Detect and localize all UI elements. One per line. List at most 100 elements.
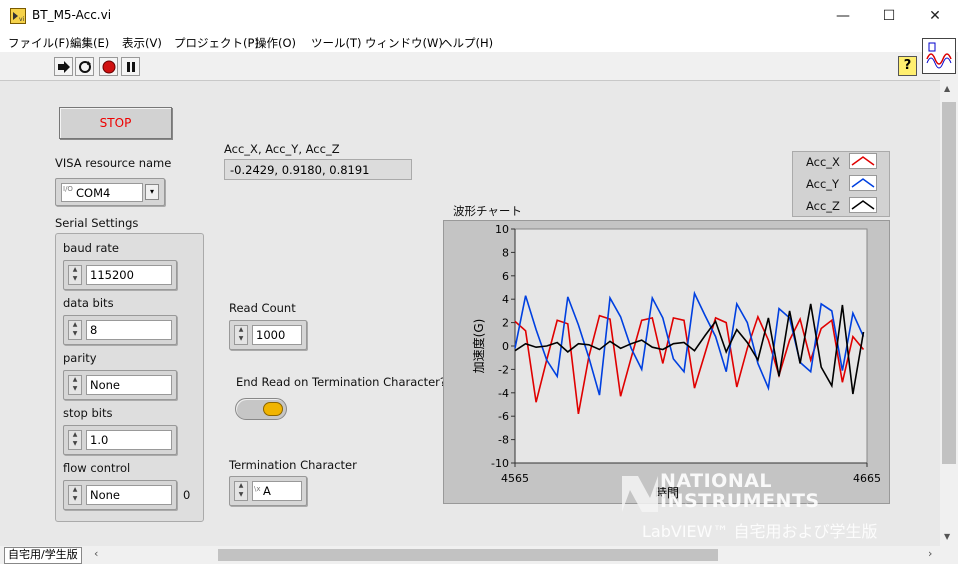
- pause-icon: [126, 61, 135, 72]
- toolbar: [0, 52, 958, 81]
- baud-rate-label: baud rate: [63, 241, 119, 255]
- ni-instruments-text: INSTRUMENTS: [660, 490, 820, 512]
- stop-bits-field[interactable]: 1.0: [86, 430, 172, 450]
- chart-title: 波形チャート: [453, 204, 522, 218]
- increment-icon: ▲: [238, 326, 244, 333]
- window-title: BT_M5-Acc.vi: [32, 8, 112, 22]
- run-continuously-icon: [78, 60, 91, 73]
- decrement-icon: ▼: [72, 495, 78, 502]
- menu-project[interactable]: プロジェクト(P): [174, 35, 259, 51]
- flow-control-stepper[interactable]: ▲ ▼: [68, 485, 82, 505]
- read-count-stepper[interactable]: ▲ ▼: [234, 325, 248, 345]
- menu-tools[interactable]: ツール(T): [311, 35, 362, 51]
- y-tick-label: 2: [502, 317, 509, 330]
- y-tick-label: 8: [502, 246, 509, 259]
- labview-student-text: LabVIEW™ 自宅用および学生版: [642, 522, 878, 541]
- end-read-toggle[interactable]: [235, 398, 287, 420]
- y-tick-label: 10: [495, 223, 509, 236]
- stop-bits-stepper[interactable]: ▲ ▼: [68, 430, 82, 450]
- abort-button[interactable]: [99, 57, 118, 76]
- serial-settings-label: Serial Settings: [55, 216, 139, 230]
- parity-stepper[interactable]: ▲ ▼: [68, 375, 82, 395]
- close-button[interactable]: ✕: [912, 0, 958, 32]
- ni-national-text: NATIONAL: [660, 470, 773, 492]
- acc-xyz-label: Acc_X, Acc_Y, Acc_Z: [224, 142, 340, 156]
- scroll-down-icon[interactable]: ▼: [944, 532, 950, 541]
- horizontal-scrollbar[interactable]: 自宅用/学生版 ‹ ›: [0, 546, 958, 564]
- y-tick-label: -4: [498, 387, 509, 400]
- termination-char-stepper[interactable]: ▲ ▼: [234, 481, 248, 501]
- end-read-label: End Read on Termination Character?: [236, 375, 447, 389]
- decrement-icon: ▼: [238, 491, 244, 498]
- acc-xyz-indicator: -0.2429, 0.9180, 0.8191: [224, 159, 412, 180]
- read-count-field[interactable]: 1000: [252, 325, 302, 345]
- waveform-chart-plot: 1086420-2-4-6-8-104565 4665時間加速度(G): [471, 223, 881, 500]
- toggle-led-on: [263, 402, 283, 416]
- visa-value: COM4: [76, 186, 111, 200]
- scroll-left-icon[interactable]: ‹: [94, 547, 98, 560]
- run-button[interactable]: [54, 57, 73, 76]
- menu-file[interactable]: ファイル(F): [8, 35, 70, 51]
- x-tick-label: 4565: [501, 472, 529, 485]
- legend-label-acc-y: Acc_Y: [806, 177, 840, 191]
- menu-edit[interactable]: 編集(E): [70, 35, 109, 51]
- menu-view[interactable]: 表示(V): [122, 35, 162, 51]
- hex-display-icon: \x: [254, 485, 261, 493]
- vi-icon-graphic: [926, 42, 952, 69]
- visa-resource-field[interactable]: COM4: [61, 183, 143, 202]
- pause-button[interactable]: [121, 57, 140, 76]
- y-tick-label: 6: [502, 270, 509, 283]
- stop-button[interactable]: STOP: [59, 107, 172, 139]
- svg-text:vi: vi: [19, 16, 25, 23]
- minimize-button[interactable]: —: [820, 0, 866, 32]
- decrement-icon: ▼: [72, 385, 78, 392]
- scroll-right-icon[interactable]: ›: [928, 547, 932, 560]
- decrement-icon: ▼: [72, 330, 78, 337]
- increment-icon: ▲: [72, 321, 78, 328]
- increment-icon: ▲: [238, 482, 244, 489]
- legend-swatch-acc-x[interactable]: [849, 153, 877, 169]
- y-tick-label: 0: [502, 340, 509, 353]
- vertical-scroll-thumb[interactable]: [942, 102, 956, 464]
- y-tick-label: -6: [498, 410, 509, 423]
- context-help-button[interactable]: ?: [898, 56, 917, 76]
- license-mode-label: 自宅用/学生版: [4, 547, 82, 564]
- y-tick-label: 4: [502, 293, 509, 306]
- decrement-icon: ▼: [72, 440, 78, 447]
- visa-io-icon: I/O: [63, 185, 73, 193]
- x-tick-label: 4665: [853, 472, 881, 485]
- parity-field[interactable]: None: [86, 375, 172, 395]
- increment-icon: ▲: [72, 266, 78, 273]
- baud-rate-stepper[interactable]: ▲ ▼: [68, 265, 82, 285]
- menu-help[interactable]: ヘルプ(H): [441, 35, 493, 51]
- increment-icon: ▲: [72, 376, 78, 383]
- visa-resource-label: VISA resource name: [55, 156, 172, 170]
- baud-rate-field[interactable]: 115200: [86, 265, 172, 285]
- y-tick-label: -10: [491, 457, 509, 470]
- flow-control-numeric: 0: [183, 488, 191, 502]
- decrement-icon: ▼: [238, 335, 244, 342]
- increment-icon: ▲: [72, 431, 78, 438]
- menu-operate[interactable]: 操作(O): [255, 35, 296, 51]
- vertical-scrollbar[interactable]: ▲ ▼: [940, 80, 958, 546]
- data-bits-field[interactable]: 8: [86, 320, 172, 340]
- decrement-icon: ▼: [72, 275, 78, 282]
- horizontal-scroll-thumb[interactable]: [218, 549, 718, 561]
- vi-connector-icon: [922, 38, 956, 74]
- legend-label-acc-x: Acc_X: [806, 155, 840, 169]
- chevron-down-icon: ▾: [149, 187, 154, 196]
- legend-swatch-acc-z[interactable]: [849, 197, 877, 213]
- maximize-button[interactable]: ☐: [866, 0, 912, 32]
- title-bar: [0, 0, 958, 32]
- visa-dropdown-button[interactable]: ▾: [145, 184, 159, 200]
- legend-swatch-acc-y[interactable]: [849, 175, 877, 191]
- ni-eagle-logo: [622, 476, 658, 512]
- abort-stop-icon: [102, 60, 115, 73]
- parity-label: parity: [63, 351, 97, 365]
- data-bits-stepper[interactable]: ▲ ▼: [68, 320, 82, 340]
- scroll-up-icon[interactable]: ▲: [944, 84, 950, 93]
- run-arrow-icon: [57, 60, 70, 73]
- flow-control-field[interactable]: None: [86, 485, 172, 505]
- run-continuously-button[interactable]: [75, 57, 94, 76]
- menu-window[interactable]: ウィンドウ(W): [365, 35, 443, 51]
